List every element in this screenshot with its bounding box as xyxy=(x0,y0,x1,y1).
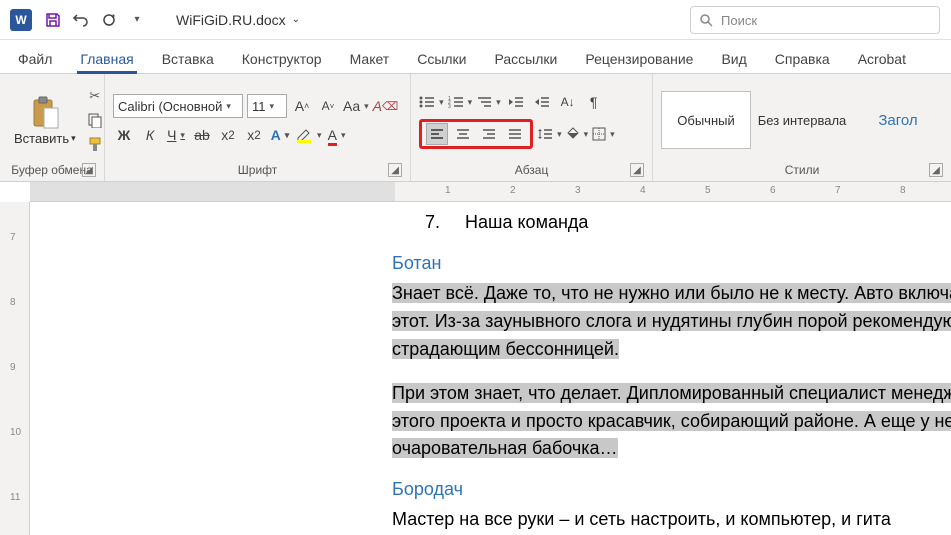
strike-button[interactable]: ab xyxy=(191,124,213,146)
chevron-down-icon: ⌄ xyxy=(292,14,300,25)
superscript-button[interactable]: x2 xyxy=(243,124,265,146)
document-title[interactable]: WiFiGiD.RU.docx ⌄ xyxy=(176,12,300,28)
font-size-combo[interactable]: 11▾ xyxy=(247,94,287,118)
group-font: Calibri (Основной▾ 11▾ A˄ A˅ Aa▾ A⌫ Ж К … xyxy=(105,74,411,181)
group-font-label: Шрифт ◢ xyxy=(113,161,402,179)
list-text: Наша команда xyxy=(465,212,588,232)
ribbon-tabs: Файл Главная Вставка Конструктор Макет С… xyxy=(0,40,951,74)
decrease-indent-icon[interactable] xyxy=(505,91,527,113)
italic-button[interactable]: К xyxy=(139,124,161,146)
tab-home[interactable]: Главная xyxy=(77,45,136,73)
font-launcher-icon[interactable]: ◢ xyxy=(388,163,402,177)
clear-format-icon[interactable]: A⌫ xyxy=(373,95,399,117)
chevron-down-icon: ▾ xyxy=(71,133,76,144)
selected-text: Знает всё. Даже то, что не нужно или был… xyxy=(392,283,951,359)
text-effects-icon[interactable]: A▾ xyxy=(269,124,291,146)
increase-indent-icon[interactable] xyxy=(531,91,553,113)
tab-insert[interactable]: Вставка xyxy=(159,45,217,73)
group-styles-label: Стили ◢ xyxy=(661,161,943,179)
change-case-icon[interactable]: Aa▾ xyxy=(343,95,369,117)
tab-layout[interactable]: Макет xyxy=(347,45,393,73)
multilevel-list-icon[interactable]: ▾ xyxy=(476,91,501,113)
justify-icon[interactable] xyxy=(504,123,526,145)
borders-icon[interactable]: ▾ xyxy=(592,123,615,145)
tab-mailings[interactable]: Рассылки xyxy=(492,45,561,73)
underline-button[interactable]: Ч▾ xyxy=(165,124,187,146)
group-styles: Обычный Без интервала Загол Стили ◢ xyxy=(653,74,951,181)
align-right-icon[interactable] xyxy=(478,123,500,145)
style-normal[interactable]: Обычный xyxy=(661,91,751,149)
font-name-combo[interactable]: Calibri (Основной▾ xyxy=(113,94,243,118)
paragraph: Мастер на все руки – и сеть настроить, и… xyxy=(392,506,951,534)
tab-acrobat[interactable]: Acrobat xyxy=(855,45,909,73)
show-marks-icon[interactable]: ¶ xyxy=(583,91,605,113)
shading-icon[interactable]: ▾ xyxy=(566,123,589,145)
tab-design[interactable]: Конструктор xyxy=(239,45,325,73)
subscript-button[interactable]: x2 xyxy=(217,124,239,146)
paragraph: При этом знает, что делает. Дипломирован… xyxy=(392,380,951,464)
group-paragraph: ▾ 123▾ ▾ A↓ ¶ xyxy=(411,74,653,181)
copy-icon[interactable] xyxy=(86,111,104,129)
ruler-vertical[interactable]: 7 8 9 10 11 xyxy=(0,202,30,535)
tab-review[interactable]: Рецензирование xyxy=(582,45,696,73)
quick-access-toolbar: ▾ xyxy=(44,11,146,29)
group-paragraph-label: Абзац ◢ xyxy=(419,161,644,179)
undo-icon[interactable] xyxy=(72,11,90,29)
titlebar: W ▾ WiFiGiD.RU.docx ⌄ Поиск xyxy=(0,0,951,40)
highlight-icon[interactable]: ▾ xyxy=(295,124,322,146)
qat-dropdown-icon[interactable]: ▾ xyxy=(128,11,146,29)
search-input[interactable]: Поиск xyxy=(690,6,940,34)
styles-launcher-icon[interactable]: ◢ xyxy=(929,163,943,177)
bullets-icon[interactable]: ▾ xyxy=(419,91,444,113)
clipboard-launcher-icon[interactable]: ◢ xyxy=(82,163,96,177)
numbering-icon[interactable]: 123▾ xyxy=(448,91,473,113)
paragraph-launcher-icon[interactable]: ◢ xyxy=(630,163,644,177)
font-color-icon[interactable]: A▾ xyxy=(326,124,348,146)
selected-text: При этом знает, что делает. Дипломирован… xyxy=(392,383,951,459)
ribbon: Вставить ▾ ✂ Буфер обмена ◢ xyxy=(0,74,951,182)
style-heading[interactable]: Загол xyxy=(853,91,943,149)
tab-view[interactable]: Вид xyxy=(718,45,749,73)
heading-1: Ботан xyxy=(392,253,951,274)
group-clipboard: Вставить ▾ ✂ Буфер обмена ◢ xyxy=(0,74,105,181)
align-left-icon[interactable] xyxy=(426,123,448,145)
paste-button[interactable]: Вставить ▾ xyxy=(8,91,82,150)
shrink-font-icon[interactable]: A˅ xyxy=(317,95,339,117)
tab-references[interactable]: Ссылки xyxy=(414,45,469,73)
save-icon[interactable] xyxy=(44,11,62,29)
svg-text:3: 3 xyxy=(448,104,451,109)
tab-file[interactable]: Файл xyxy=(15,45,55,73)
ruler-horizontal[interactable]: 1 2 3 4 5 6 7 8 xyxy=(30,182,951,202)
workspace: 7 8 9 10 11 7. Наша команда Ботан Знает … xyxy=(0,202,951,535)
style-no-spacing[interactable]: Без интервала xyxy=(757,91,847,149)
align-center-icon[interactable] xyxy=(452,123,474,145)
alignment-highlight xyxy=(419,119,533,149)
heading-2: Бородач xyxy=(392,479,951,500)
paragraph: Знает всё. Даже то, что не нужно или был… xyxy=(392,280,951,364)
document-page[interactable]: 7. Наша команда Ботан Знает всё. Даже то… xyxy=(30,202,951,535)
sort-icon[interactable]: A↓ xyxy=(557,91,579,113)
cut-icon[interactable]: ✂ xyxy=(86,87,104,105)
doc-name-text: WiFiGiD.RU.docx xyxy=(176,12,286,28)
format-painter-icon[interactable] xyxy=(86,135,104,153)
list-item: 7. Наша команда xyxy=(400,212,951,233)
search-placeholder: Поиск xyxy=(721,13,757,28)
bold-button[interactable]: Ж xyxy=(113,124,135,146)
grow-font-icon[interactable]: A˄ xyxy=(291,95,313,117)
word-app-icon: W xyxy=(10,9,32,31)
paste-label: Вставить xyxy=(14,131,69,146)
list-number: 7. xyxy=(400,212,440,233)
redo-icon[interactable] xyxy=(100,11,118,29)
line-spacing-icon[interactable]: ▾ xyxy=(537,123,562,145)
group-clipboard-label: Буфер обмена ◢ xyxy=(8,161,96,179)
search-icon xyxy=(699,13,713,27)
paste-icon xyxy=(29,95,61,131)
tab-help[interactable]: Справка xyxy=(772,45,833,73)
